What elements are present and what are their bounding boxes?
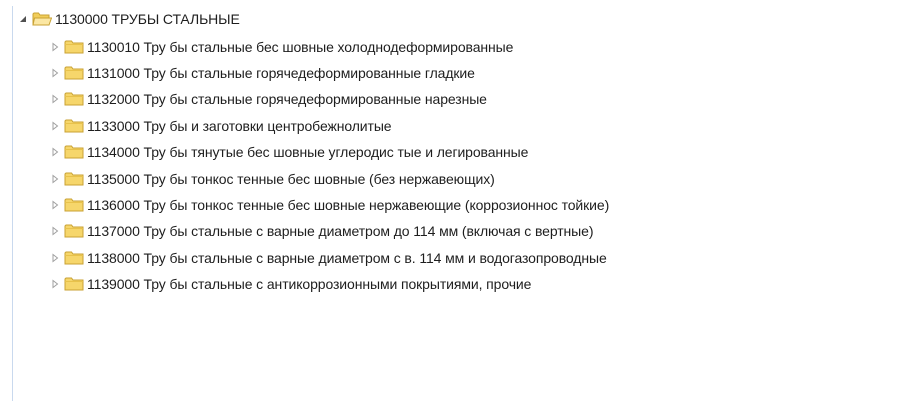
expand-arrow-icon[interactable] xyxy=(50,247,60,269)
folder-icon xyxy=(64,276,84,292)
expand-arrow-icon[interactable] xyxy=(50,168,60,190)
tree-node[interactable]: 1133000 Тру бы и заготовки центробежноли… xyxy=(50,115,392,137)
expand-arrow-icon[interactable] xyxy=(50,88,60,110)
tree-node-label: 1136000 Тру бы тонкос тенные бес шовные … xyxy=(87,197,610,213)
folder-open-icon xyxy=(32,11,53,27)
folder-icon xyxy=(64,118,84,134)
expand-arrow-icon[interactable] xyxy=(50,115,60,137)
expand-arrow-icon[interactable] xyxy=(50,141,60,163)
folder-icon xyxy=(64,250,84,266)
tree-node-label: 1135000 Тру бы тонкос тенные бес шовные … xyxy=(87,171,495,187)
folder-icon xyxy=(64,39,84,55)
folder-icon xyxy=(64,144,84,160)
tree-guide-line xyxy=(12,6,13,401)
tree-node-label: 1130010 Тру бы стальные бес шовные холод… xyxy=(87,39,514,55)
tree-node[interactable]: 1138000 Тру бы стальные с варные диаметр… xyxy=(50,247,607,269)
expand-arrow-icon[interactable] xyxy=(50,194,60,216)
tree-node-label: 1139000 Тру бы стальные с антикоррозионн… xyxy=(87,276,532,292)
tree-node-label: 1134000 Тру бы тянутые бес шовные углеро… xyxy=(87,144,529,160)
folder-icon xyxy=(64,171,84,187)
tree-node-label: 1138000 Тру бы стальные с варные диаметр… xyxy=(87,250,607,266)
tree-node-label: 1130000 ТРУБЫ СТАЛЬНЫЕ xyxy=(55,11,240,27)
tree-node[interactable]: 1135000 Тру бы тонкос тенные бес шовные … xyxy=(50,168,495,190)
expand-arrow-icon[interactable] xyxy=(50,36,60,58)
expand-arrow-open-icon[interactable] xyxy=(18,8,28,30)
tree-node-label: 1133000 Тру бы и заготовки центробежноли… xyxy=(87,118,392,134)
expand-arrow-icon[interactable] xyxy=(50,220,60,242)
tree-node[interactable]: 1136000 Тру бы тонкос тенные бес шовные … xyxy=(50,194,609,216)
tree-node[interactable]: 1139000 Тру бы стальные с антикоррозионн… xyxy=(50,273,531,295)
tree-node-label: 1131000 Тру бы стальные горячедеформиров… xyxy=(87,65,475,81)
folder-icon xyxy=(64,65,84,81)
expand-arrow-icon[interactable] xyxy=(50,273,60,295)
tree-node-label: 1137000 Тру бы стальные с варные диаметр… xyxy=(87,223,594,239)
tree-node[interactable]: 1130010 Тру бы стальные бес шовные холод… xyxy=(50,36,513,58)
folder-icon xyxy=(64,91,84,107)
tree-node[interactable]: 1134000 Тру бы тянутые бес шовные углеро… xyxy=(50,141,528,163)
tree-node[interactable]: 1137000 Тру бы стальные с варные диаметр… xyxy=(50,220,594,242)
tree-node-root[interactable]: 1130000 ТРУБЫ СТАЛЬНЫЕ xyxy=(18,8,240,30)
tree-node[interactable]: 1132000 Тру бы стальные горячедеформиров… xyxy=(50,88,487,110)
folder-icon xyxy=(64,223,84,239)
tree-node[interactable]: 1131000 Тру бы стальные горячедеформиров… xyxy=(50,62,475,84)
tree-node-label: 1132000 Тру бы стальные горячедеформиров… xyxy=(87,91,487,107)
folder-icon xyxy=(64,197,84,213)
expand-arrow-icon[interactable] xyxy=(50,62,60,84)
